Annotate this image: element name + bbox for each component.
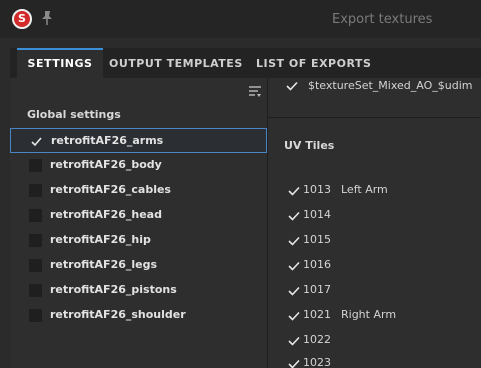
uv-tile-name: Right Arm xyxy=(341,308,397,321)
uv-tile-number: 1013 xyxy=(303,183,331,196)
uv-tile-number: 1021 xyxy=(303,308,331,321)
title-bar: S Export textures xyxy=(0,0,481,38)
export-settings-panel: $textureSet_Mixed_AO_$udim UV Tiles 1013… xyxy=(268,78,481,368)
check-icon[interactable] xyxy=(30,135,43,148)
divider xyxy=(268,117,481,118)
output-map-name: $textureSet_Mixed_AO_$udim xyxy=(308,79,473,92)
checkbox[interactable] xyxy=(29,234,42,247)
list-item-label: retrofitAF26_pistons xyxy=(50,283,177,296)
list-item-shoulder[interactable]: retrofitAF26_shoulder xyxy=(10,303,267,328)
checkbox[interactable] xyxy=(29,184,42,197)
checkbox[interactable] xyxy=(29,159,42,172)
tab-settings[interactable]: SETTINGS xyxy=(17,48,103,78)
uv-tile-number: 1023 xyxy=(303,356,331,368)
check-icon[interactable] xyxy=(286,80,298,92)
uv-tile-row[interactable]: 1022 xyxy=(268,332,481,352)
uv-tile-number: 1022 xyxy=(303,333,331,346)
list-item-label: retrofitAF26_head xyxy=(50,208,162,221)
check-icon[interactable] xyxy=(288,285,300,297)
app-logo-text: S xyxy=(18,12,26,25)
list-item-label: retrofitAF26_arms xyxy=(51,134,164,147)
check-icon[interactable] xyxy=(288,185,300,197)
uv-tile-number: 1016 xyxy=(303,258,331,271)
check-icon[interactable] xyxy=(288,335,300,347)
check-icon[interactable] xyxy=(288,260,300,272)
list-item-label: retrofitAF26_hip xyxy=(50,233,151,246)
list-item-body[interactable]: retrofitAF26_body xyxy=(10,153,267,178)
uv-tile-row[interactable]: 1021 Right Arm xyxy=(268,307,481,327)
check-icon[interactable] xyxy=(288,235,300,247)
uv-tile-row[interactable]: 1017 xyxy=(268,282,481,302)
list-item-label: retrofitAF26_body xyxy=(50,158,162,171)
list-item-pistons[interactable]: retrofitAF26_pistons xyxy=(10,278,267,303)
app-logo-icon: S xyxy=(12,9,32,29)
check-icon[interactable] xyxy=(288,310,300,322)
uv-tile-number: 1015 xyxy=(303,233,331,246)
uv-tile-row[interactable]: 1016 xyxy=(268,257,481,277)
tab-list-of-exports[interactable]: LIST OF EXPORTS xyxy=(256,48,376,78)
uv-tile-number: 1014 xyxy=(303,208,331,221)
texture-set-list-panel: Global settings retrofitAF26_arms retrof… xyxy=(10,78,268,368)
check-icon[interactable] xyxy=(288,210,300,222)
list-item-label: retrofitAF26_legs xyxy=(50,258,158,271)
uv-tile-row[interactable]: 1013 Left Arm xyxy=(268,182,481,202)
list-item-label: retrofitAF26_shoulder xyxy=(50,308,186,321)
list-item-head[interactable]: retrofitAF26_head xyxy=(10,203,267,228)
uv-tile-row[interactable]: 1014 xyxy=(268,207,481,227)
checkbox[interactable] xyxy=(29,309,42,322)
pin-icon[interactable] xyxy=(40,10,54,26)
tab-output-templates[interactable]: OUTPUT TEMPLATES xyxy=(109,48,246,78)
filter-icon[interactable] xyxy=(248,84,262,98)
list-item-legs[interactable]: retrofitAF26_legs xyxy=(10,253,267,278)
list-item-label: retrofitAF26_cables xyxy=(50,183,171,196)
checkbox[interactable] xyxy=(29,259,42,272)
list-item-hip[interactable]: retrofitAF26_hip xyxy=(10,228,267,253)
window-title: Export textures xyxy=(332,12,433,27)
tab-bar: SETTINGS OUTPUT TEMPLATES LIST OF EXPORT… xyxy=(10,48,481,78)
uv-tile-row[interactable]: 1015 xyxy=(268,232,481,252)
uv-tile-row[interactable]: 1023 xyxy=(268,355,481,368)
uv-tile-name: Left Arm xyxy=(341,183,388,196)
list-item-arms[interactable]: retrofitAF26_arms xyxy=(10,128,267,153)
list-item-cables[interactable]: retrofitAF26_cables xyxy=(10,178,267,203)
uv-tile-number: 1017 xyxy=(303,283,331,296)
checkbox[interactable] xyxy=(29,284,42,297)
uv-tiles-header: UV Tiles xyxy=(284,139,335,152)
check-icon[interactable] xyxy=(288,358,300,368)
global-settings-header[interactable]: Global settings xyxy=(27,108,121,121)
checkbox[interactable] xyxy=(29,209,42,222)
